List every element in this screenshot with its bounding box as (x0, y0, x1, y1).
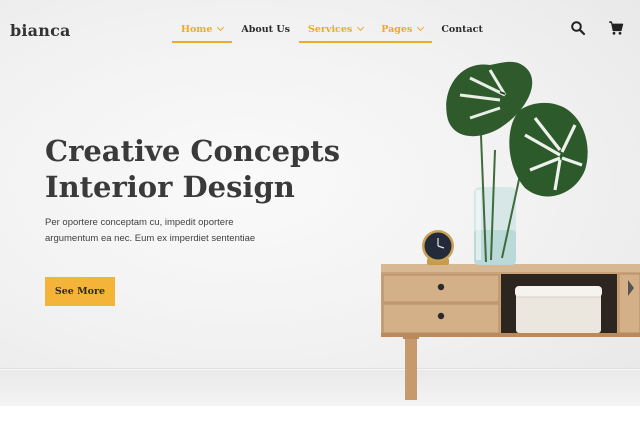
chevron-down-icon (217, 23, 225, 32)
nav-item-about-us[interactable]: About Us (232, 24, 299, 41)
brand-logo[interactable]: bianca (10, 21, 71, 40)
chevron-down-icon (417, 23, 425, 32)
nav-label: Pages (381, 24, 413, 35)
hero-description: Per oportere conceptam cu, impedit oport… (45, 217, 256, 244)
hero-title-line-2: Interior Design (45, 170, 295, 204)
nav-label: Services (308, 24, 353, 35)
chevron-down-icon (357, 23, 365, 32)
hero-title-line-1: Creative Concepts (45, 134, 341, 168)
see-more-button[interactable]: See More (45, 277, 115, 306)
cabinet-leg (405, 336, 417, 400)
nav-label: Contact (441, 24, 483, 35)
nav-item-pages[interactable]: Pages (372, 23, 433, 43)
header-icons (570, 20, 624, 36)
white-storage-box (515, 286, 602, 333)
hero-title: Creative Concepts Interior Design (45, 133, 340, 205)
nav-label: Home (181, 24, 213, 35)
nav-item-contact[interactable]: Contact (432, 24, 492, 41)
main-nav: Home About Us Services Pages Contact (172, 23, 492, 43)
shopping-cart-icon[interactable] (608, 20, 624, 36)
hero-section: bianca Home About Us Services Pages Cont… (0, 0, 640, 406)
search-icon[interactable] (570, 20, 586, 36)
wooden-cabinet (381, 264, 640, 337)
nav-item-home[interactable]: Home (172, 23, 233, 43)
monstera-leaves (446, 61, 588, 197)
nav-item-services[interactable]: Services (299, 23, 373, 43)
desk-clock (422, 230, 454, 265)
nav-label: About Us (241, 24, 291, 35)
